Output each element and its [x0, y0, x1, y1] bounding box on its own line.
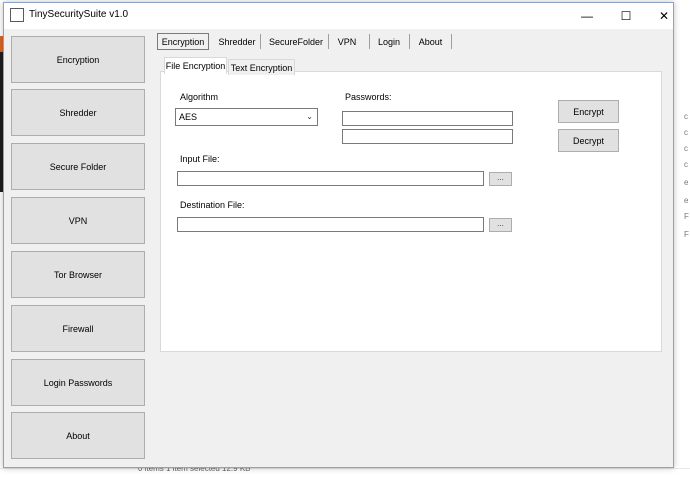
- background-statusbar: [0, 468, 690, 477]
- input-file-field[interactable]: [177, 171, 484, 186]
- algorithm-select[interactable]: AES ⌄: [175, 108, 318, 126]
- password-field-2[interactable]: [342, 129, 513, 144]
- sidebar-encryption-button[interactable]: Encryption: [11, 36, 145, 83]
- tab-encryption[interactable]: Encryption: [157, 33, 209, 50]
- subtab-file-encryption[interactable]: File Encryption: [164, 57, 227, 74]
- tab-vpn[interactable]: VPN: [331, 33, 363, 50]
- input-file-browse-button[interactable]: ...: [489, 172, 512, 186]
- destination-file-label: Destination File:: [180, 200, 245, 210]
- minimize-icon: —: [581, 9, 593, 23]
- encrypt-button[interactable]: Encrypt: [558, 100, 619, 123]
- background-glyph: c: [684, 144, 688, 153]
- sidebar-vpn-button[interactable]: VPN: [11, 197, 145, 244]
- password-field-1[interactable]: [342, 111, 513, 126]
- sidebar-tor-browser-button[interactable]: Tor Browser: [11, 251, 145, 298]
- background-window-right: [672, 24, 690, 474]
- tab-shredder[interactable]: Shredder: [214, 33, 260, 50]
- background-glyph: c: [684, 160, 688, 169]
- subtab-text-encryption[interactable]: Text Encryption: [228, 59, 295, 75]
- background-glyph: c: [684, 128, 688, 137]
- background-glyph: F: [684, 230, 689, 239]
- sidebar-firewall-button[interactable]: Firewall: [11, 305, 145, 352]
- close-button[interactable]: ✕: [647, 3, 681, 29]
- passwords-label: Passwords:: [345, 92, 392, 102]
- sidebar-about-button[interactable]: About: [11, 412, 145, 459]
- tab-divider: [260, 34, 261, 49]
- app-icon: [10, 8, 24, 22]
- chevron-down-icon: ⌄: [306, 112, 313, 121]
- background-glyph: c: [684, 112, 688, 121]
- tab-about[interactable]: About: [413, 33, 448, 50]
- background-glyph: F: [684, 212, 689, 221]
- destination-file-browse-button[interactable]: ...: [489, 218, 512, 232]
- decrypt-button[interactable]: Decrypt: [558, 129, 619, 152]
- sidebar-shredder-button[interactable]: Shredder: [11, 89, 145, 136]
- algorithm-value: AES: [179, 112, 198, 122]
- tab-divider: [409, 34, 410, 49]
- window-title: TinySecuritySuite v1.0: [29, 9, 129, 20]
- tab-divider: [328, 34, 329, 49]
- maximize-icon: ☐: [620, 9, 632, 23]
- close-icon: ✕: [658, 9, 670, 23]
- sidebar-secure-folder-button[interactable]: Secure Folder: [11, 143, 145, 190]
- minimize-button[interactable]: —: [570, 3, 604, 29]
- maximize-button[interactable]: ☐: [609, 3, 643, 29]
- sidebar-login-passwords-button[interactable]: Login Passwords: [11, 359, 145, 406]
- background-glyph: e: [684, 178, 689, 187]
- background-glyph: e: [684, 196, 689, 205]
- input-file-label: Input File:: [180, 154, 220, 164]
- algorithm-label: Algorithm: [180, 92, 219, 102]
- tab-login[interactable]: Login: [372, 33, 406, 50]
- tab-divider: [369, 34, 370, 49]
- title-bar[interactable]: TinySecuritySuite v1.0 — ☐ ✕: [4, 3, 673, 29]
- tab-divider: [451, 34, 452, 49]
- destination-file-field[interactable]: [177, 217, 484, 232]
- tab-securefolder[interactable]: SecureFolder: [264, 33, 328, 50]
